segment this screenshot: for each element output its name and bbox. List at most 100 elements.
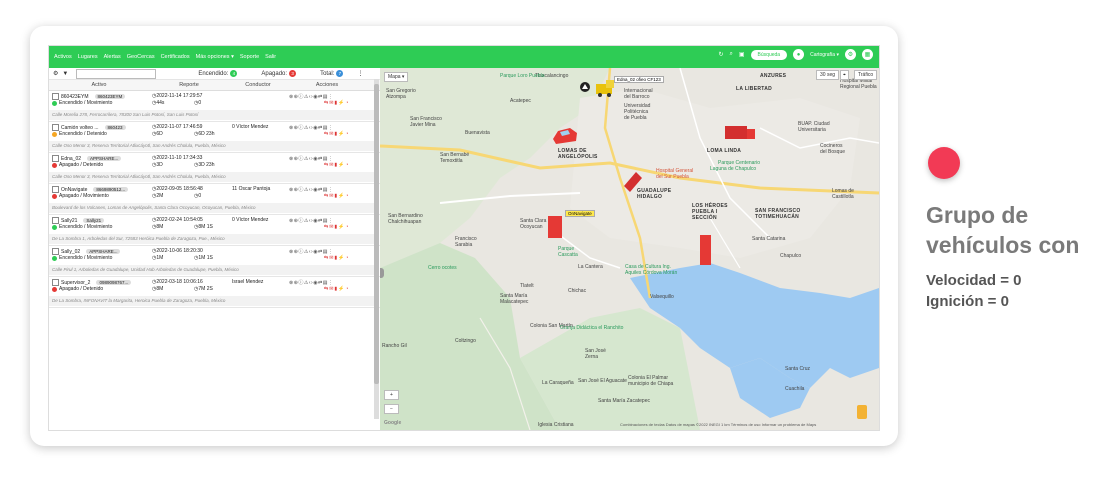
row-actions-icons[interactable]: ⊗⊕ⓘ⚠‹›◉⇄▤⋮ (289, 124, 333, 131)
duration-2: 0 (198, 100, 202, 106)
map-place-label: SAN FRANCISCO TOTIMEHUACÁN (755, 208, 801, 220)
row-secondary-actions-icons[interactable]: ⇆✉▮⚡◔ (324, 162, 349, 168)
zoom-in-button[interactable]: + (384, 390, 399, 400)
collapse-panel-handle[interactable] (380, 268, 384, 278)
asset-name[interactable]: 860423EYM (61, 94, 89, 100)
truck-yellow-icon[interactable] (594, 76, 616, 98)
status-dot-icon (52, 100, 57, 106)
refresh-icon[interactable]: ↻ (718, 51, 723, 58)
driver[interactable]: Israel Mendez (232, 279, 263, 285)
gear-icon[interactable]: ⚙ (53, 70, 58, 77)
row-actions-icons[interactable]: ⊗⊕ⓘ⚠‹›◉⇄▤⋮ (289, 155, 333, 162)
map-view[interactable]: Tlaxcalancingo San Gregorio Atzompa Acatep… (380, 68, 879, 430)
bus-red-icon[interactable] (698, 233, 714, 267)
row-actions-icons[interactable]: ⊗⊕ⓘ⚠‹›◉⇄▤⋮ (289, 186, 333, 193)
row-checkbox[interactable] (52, 93, 59, 100)
map-place-label: Internacional del Barroco (624, 88, 653, 100)
asset-status: Encendido / Detenido (59, 131, 107, 137)
settings-icon[interactable]: ⚙ (845, 49, 856, 60)
zoom-out-button[interactable]: − (384, 404, 399, 414)
row-secondary-actions-icons[interactable]: ⇆✉▮⚡◔ (324, 224, 349, 230)
search-button[interactable]: Búsqueda (750, 49, 788, 60)
truck-red-icon[interactable] (723, 123, 757, 143)
nav-alertas[interactable]: Alertas (101, 54, 124, 60)
table-row[interactable]: Camión volteo ... 860423 Encendido / Deten… (49, 122, 380, 153)
asset-name[interactable]: Sally_02 (61, 249, 80, 255)
map-place-label: Parque Loro Puebla (500, 73, 545, 79)
assets-search-input[interactable] (76, 68, 157, 79)
asset-name[interactable]: Camión volteo ... (61, 125, 99, 131)
driver[interactable]: 11 Oscar Pantoja (232, 186, 270, 192)
report-duration-2: ◷3D 23h (194, 162, 215, 168)
nav-geocercas[interactable]: GeoCercas (124, 54, 158, 60)
table-row[interactable]: Sally_02 APPSHARE... Encendido / Movimient… (49, 246, 380, 277)
table-row[interactable]: Sally21 Sally21 Encendido / Movimiento ◷202… (49, 215, 380, 246)
row-secondary-actions-icons[interactable]: ⇆✉▮⚡◔ (324, 100, 349, 106)
asset-name[interactable]: Edna_02 (61, 156, 81, 162)
asset-status: Encendido / Movimiento (59, 255, 113, 261)
row-secondary-actions-icons[interactable]: ⇆✉▮⚡◔ (324, 286, 349, 292)
cartografia-menu[interactable]: Cartografía ▾ (810, 52, 839, 58)
row-secondary-actions-icons[interactable]: ⇆✉▮⚡◔ (324, 131, 349, 137)
street-view-pegman-icon[interactable] (857, 405, 867, 419)
row-actions-icons[interactable]: ⊗⊕ⓘ⚠‹›◉⇄▤⋮ (289, 217, 333, 224)
car-red-icon[interactable] (550, 125, 580, 147)
report-duration: ◷3D (152, 162, 163, 168)
asset-name[interactable]: Sally21 (61, 218, 77, 224)
col-reporte[interactable]: Reporte (149, 82, 229, 88)
map-place-label: Chichac (568, 288, 587, 294)
traffic-button[interactable]: Tráfico (854, 70, 878, 80)
asset-name[interactable]: Supervisor_2 (61, 280, 90, 286)
map-place-label: Cuachila (785, 386, 805, 392)
refresh-interval-button[interactable]: 30 seg (816, 70, 840, 80)
driver[interactable]: 0 Víctor Mendez (232, 124, 268, 130)
filter-icon[interactable]: ▼ (62, 71, 68, 77)
more-vert-icon[interactable]: ⋮ (357, 70, 363, 77)
row-checkbox[interactable] (52, 279, 59, 286)
row-secondary-actions-icons[interactable]: ⇆✉▮⚡◔ (324, 255, 349, 261)
table-row[interactable]: Edna_02 APPSHARE... Apagado / Detenido ◷202… (49, 153, 380, 184)
nav-soporte[interactable]: Soporte (237, 54, 262, 60)
col-conductor[interactable]: Conductor (229, 82, 287, 88)
grid-icon[interactable]: ▦ (862, 49, 873, 60)
nav-activos[interactable]: Activos (51, 54, 75, 60)
nav-certificados[interactable]: Certificados (158, 54, 193, 60)
row-checkbox[interactable] (52, 155, 59, 162)
duration-1: 3D (156, 162, 163, 168)
map-type-button[interactable]: Mapa ▾ (384, 72, 409, 82)
col-activo[interactable]: Activo (49, 82, 149, 88)
scrollbar-thumb[interactable] (374, 84, 379, 384)
nav-lugares[interactable]: Lugares (75, 54, 101, 60)
report-clock-icon: ◷2022-11-14 17:29:57 (152, 93, 203, 99)
nav-salir[interactable]: Salir (262, 54, 279, 60)
map-place-label: Santa Clara Ocoyucan (520, 218, 547, 230)
row-checkbox[interactable] (52, 186, 59, 193)
row-actions-icons[interactable]: ⊗⊕ⓘ⚠‹›◉⇄▤⋮ (289, 279, 333, 286)
bus-red-icon[interactable] (546, 214, 564, 242)
table-row[interactable]: 860423EYM 860423EYM Encendido / Movimiento… (49, 91, 380, 122)
map-place-label: Acatepec (510, 98, 531, 104)
nav-mas-opciones[interactable]: Más opciones ▾ (193, 54, 237, 60)
table-row[interactable]: Supervisor_2 0989098767... Apagado / Deten… (49, 277, 380, 308)
driver[interactable]: 0 Víctor Mendez (232, 217, 268, 223)
row-checkbox[interactable] (52, 217, 59, 224)
asset-tag: 0989098767... (96, 280, 132, 285)
row-checkbox[interactable] (52, 124, 59, 131)
asset-name[interactable]: OnNavigate (61, 187, 87, 193)
row-actions-icons[interactable]: ⊗⊕ⓘ⚠‹›◉⇄▤⋮ (289, 93, 333, 100)
row-actions-icons[interactable]: ⊗⊕ⓘ⚠‹›◉⇄▤⋮ (289, 248, 333, 255)
duration-2: 1M 1S (198, 255, 213, 261)
location-pin-icon[interactable]: ⌖ (840, 70, 849, 80)
google-logo: Google (384, 420, 402, 426)
search-icon[interactable]: ⌕ (730, 51, 733, 58)
truck-red-icon[interactable] (620, 168, 644, 196)
row-checkbox[interactable] (52, 248, 59, 255)
map-footer[interactable]: Combinaciones de teclas Datos de mapas ©… (620, 422, 816, 427)
assets-panel: ⚙ ▼ Encendido: 4 Apagado: 3 Total: 7 ⋮ A… (49, 68, 381, 430)
table-row[interactable]: OnNavigate 8669890512... Apagado / Movimie… (49, 184, 380, 215)
user-avatar-icon[interactable]: ● (793, 49, 805, 60)
navigation-arrow-icon[interactable] (580, 82, 590, 92)
duration-1: 44s (156, 100, 165, 106)
row-secondary-actions-icons[interactable]: ⇆✉▮⚡◔ (324, 193, 349, 199)
lock-icon[interactable]: ▣ (739, 51, 745, 58)
